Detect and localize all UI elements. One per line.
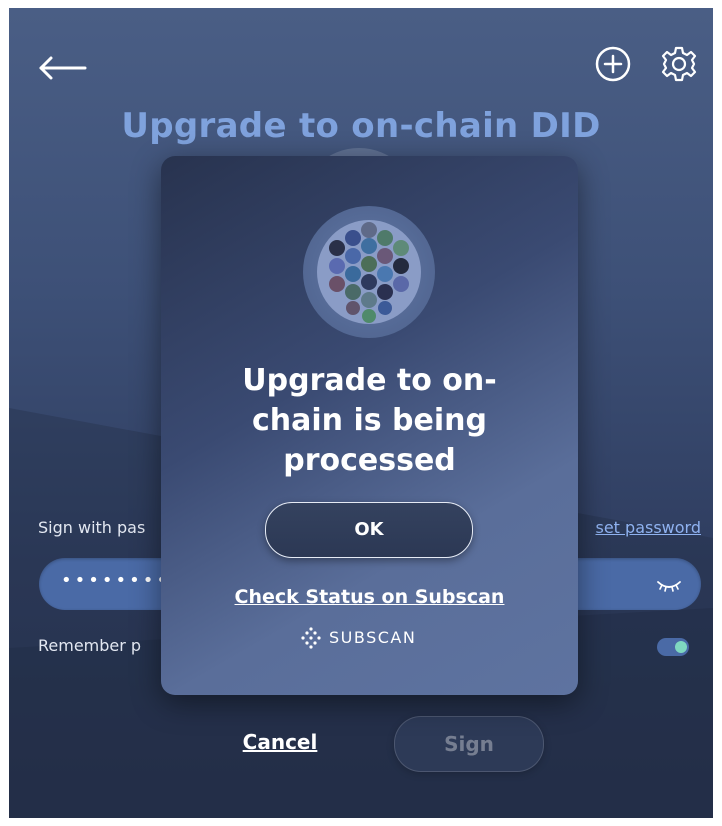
processing-dialog: Upgrade to on-chain is being processed O… [161,156,578,695]
subscan-logo: SUBSCAN [299,626,439,650]
check-status-link[interactable]: Check Status on Subscan [161,586,578,608]
sign-button[interactable]: Sign [394,716,544,772]
cancel-button[interactable]: Cancel [235,730,325,754]
identicon-image [317,220,421,324]
reset-password-link[interactable]: set password [596,518,702,537]
back-button[interactable] [35,48,91,88]
eye-closed-icon [657,581,681,592]
arrow-left-icon [39,56,87,80]
settings-button[interactable] [659,44,699,84]
gear-icon [661,46,697,82]
subscan-wordmark: SUBSCAN [329,628,417,647]
sign-with-password-label: Sign with pas [38,518,146,537]
remember-password-toggle[interactable] [657,638,689,656]
toggle-visibility-button[interactable] [655,572,683,596]
ok-button[interactable]: OK [265,502,473,558]
did-avatar [303,206,435,338]
add-button[interactable] [593,44,633,84]
remember-password-label: Remember p [38,636,142,655]
subscan-mark-icon [301,627,321,649]
app-window: Upgrade to on-chain DID Sign with pas se… [9,8,713,818]
password-value: •••••••• [61,570,170,591]
dialog-title: Upgrade to on-chain is being processed [242,363,497,478]
plus-circle-icon [595,46,631,82]
page-title: Upgrade to on-chain DID [121,106,601,146]
toggle-knob [675,641,687,653]
